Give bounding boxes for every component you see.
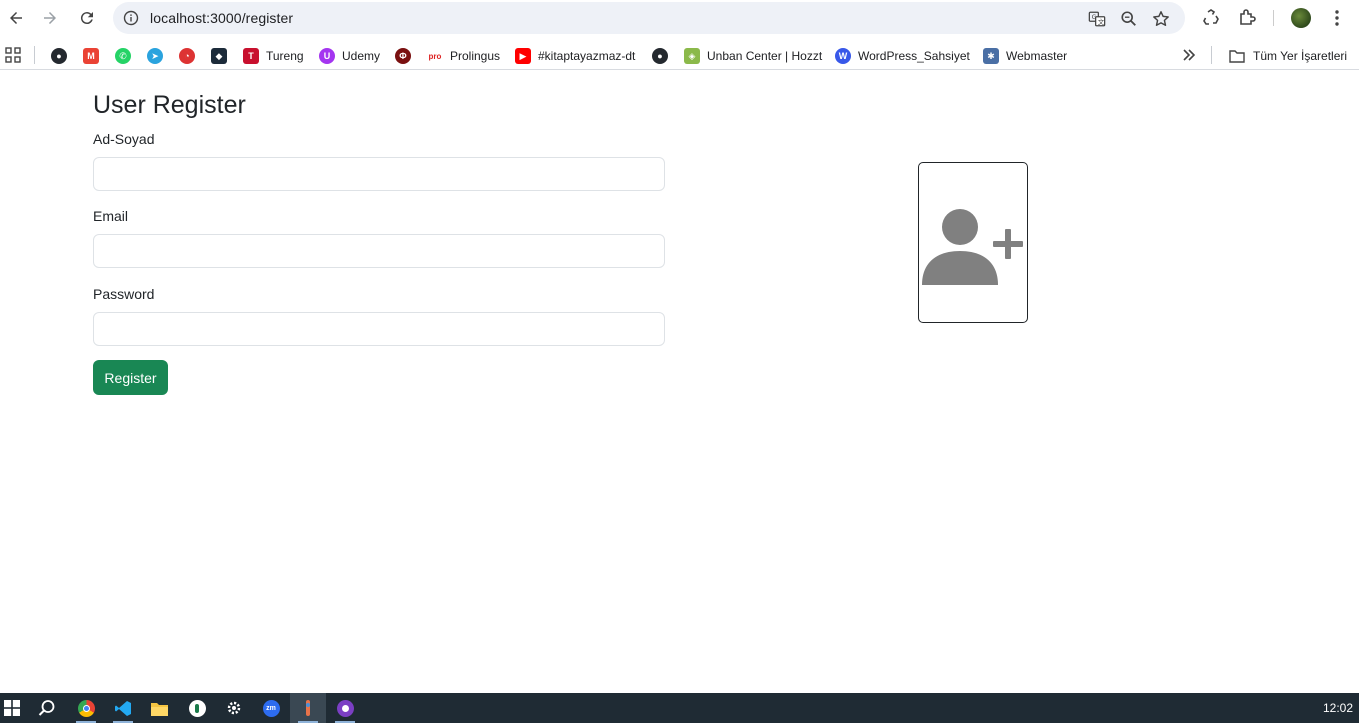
windows-taskbar: zm 12:02 [0,693,1359,723]
speedometer-icon: ◔ [179,48,195,64]
all-bookmarks-folder[interactable]: Tüm Yer İşaretleri [1229,47,1347,65]
email-input[interactable] [93,234,665,268]
bookmark-item[interactable]: ✆ [115,47,131,65]
name-label: Ad-Soyad [93,131,155,147]
bookmark-item[interactable]: ● [51,47,67,65]
code-icon: ◆ [211,48,227,64]
apps-grid-icon[interactable] [5,47,21,63]
site-info-icon[interactable] [123,10,139,26]
bookmark-item[interactable]: M [83,47,99,65]
bookmark-item[interactable]: T Tureng [243,47,304,65]
email-label: Email [93,208,129,224]
register-button[interactable]: Register [93,360,168,395]
gmail-icon: M [83,48,99,64]
file-explorer-icon[interactable] [141,693,177,723]
bookmark-item[interactable]: Φ [395,47,411,65]
app-icon[interactable] [179,693,215,723]
circle-logo-icon: Φ [395,48,411,64]
wordpress-icon: W [835,48,851,64]
bookmark-label: Webmaster [1006,49,1068,63]
github-icon: ● [51,48,67,64]
password-label: Password [93,286,155,302]
bookmark-item[interactable]: ◔ [179,47,195,65]
bookmarks-divider [1211,46,1212,64]
bookmarks-divider [34,46,35,64]
whatsapp-icon: ✆ [115,48,131,64]
vscode-icon[interactable] [105,693,141,723]
address-bar[interactable]: localhost:3000/register G 文 [113,2,1185,34]
bookmark-label: Prolingus [450,49,501,63]
profile-photo-upload[interactable] [918,162,1028,323]
tureng-icon: T [243,48,259,64]
bookmarks-bar: ● M ✆ ➤ ◔ ◆ T Tureng U Udemy Φpro Prolingus ▶ #kitapt… [0,40,1359,70]
bookmark-item[interactable]: ✱ Webmaster [983,47,1067,65]
settings-icon[interactable] [216,693,252,723]
telegram-icon: ➤ [147,48,163,64]
bookmark-item[interactable]: U Udemy [319,47,380,65]
git-tool-icon[interactable] [290,693,326,723]
search-icon[interactable] [29,693,65,723]
github-desktop-icon[interactable] [327,693,363,723]
chrome-icon[interactable] [68,693,104,723]
more-menu-icon[interactable] [1327,8,1347,28]
page-title: User Register [93,91,246,119]
taskbar-clock: 12:02 [1322,701,1353,715]
gear-bird-icon: ✱ [983,48,999,64]
bookmark-item[interactable]: W WordPress_Sahsiyet [835,47,970,65]
password-input[interactable] [93,312,665,346]
extensions-puzzle-icon[interactable] [1237,8,1257,28]
bookmark-item[interactable]: pro Prolingus [427,47,500,65]
folder-icon [1229,50,1245,63]
github-icon: ● [652,48,668,64]
cube-icon: ◈ [684,48,700,64]
bookmark-item[interactable]: ● [652,47,668,65]
toolbar-divider [1273,10,1274,26]
zoom-icon[interactable]: zm [253,693,289,723]
recycle-extension-icon[interactable] [1201,8,1221,28]
reload-icon[interactable] [75,6,99,30]
svg-text:G: G [1092,14,1097,21]
user-plus-icon [922,209,1023,285]
udemy-icon: U [319,48,335,64]
bookmark-label: #kitaptayazmaz-dt [538,49,636,63]
bookmark-item[interactable]: ◈ Unban Center | Hozzt [684,47,822,65]
browser-toolbar: localhost:3000/register G 文 [0,0,1359,36]
bookmark-item[interactable]: ◆ [211,47,227,65]
prolingus-icon: pro [428,51,442,61]
name-input[interactable] [93,157,665,191]
bookmark-label: Udemy [342,49,381,63]
back-icon[interactable] [4,6,28,30]
forward-icon[interactable] [38,6,62,30]
bookmark-item[interactable]: ➤ [147,47,163,65]
bookmark-label: Unban Center | Hozzt [707,49,823,63]
bookmark-label: WordPress_Sahsiyet [858,49,970,63]
profile-avatar[interactable] [1291,8,1311,28]
more-bookmarks-chevron-icon[interactable] [1182,48,1196,62]
youtube-icon: ▶ [515,48,531,64]
translate-icon[interactable]: G 文 [1088,10,1106,28]
svg-text:文: 文 [1098,17,1105,26]
windows-start-icon[interactable] [0,693,30,723]
zoom-icon[interactable] [1120,10,1138,28]
url-text[interactable]: localhost:3000/register [150,10,293,26]
star-icon[interactable] [1152,10,1170,28]
all-bookmarks-label: Tüm Yer İşaretleri [1253,49,1348,63]
bookmark-item[interactable]: ▶ #kitaptayazmaz-dt [515,47,635,65]
bookmark-label: Tureng [266,49,304,63]
